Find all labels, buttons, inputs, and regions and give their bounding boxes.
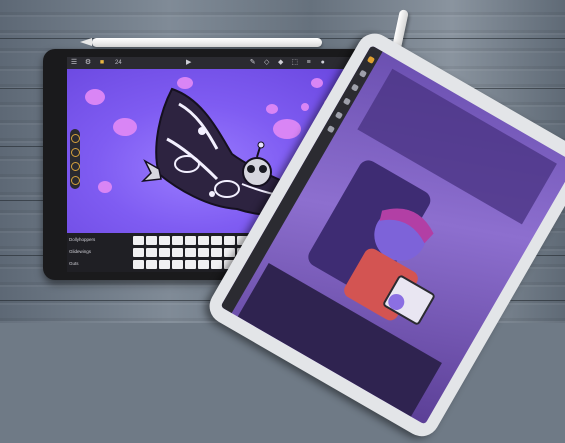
- timeline-frame-cell[interactable]: [185, 236, 196, 245]
- eraser-icon[interactable]: ◇: [260, 57, 274, 69]
- timeline-frame-cell[interactable]: [198, 248, 209, 257]
- timeline-frame-cell[interactable]: [172, 260, 183, 269]
- timeline-frame-cell[interactable]: [211, 236, 222, 245]
- track-label: Glidewings: [69, 249, 92, 254]
- gear-icon[interactable]: ⚙: [81, 57, 95, 69]
- brush-size-option[interactable]: [70, 176, 80, 185]
- timeline-frame-cell[interactable]: [133, 236, 144, 245]
- track-label: Guts: [69, 261, 79, 266]
- timeline-frame-cell[interactable]: [159, 248, 170, 257]
- timeline-frame-cell[interactable]: [185, 260, 196, 269]
- color-swatch-icon[interactable]: ●: [316, 57, 330, 69]
- timeline-frame-cell[interactable]: [146, 248, 157, 257]
- camera-icon[interactable]: ■: [95, 57, 109, 69]
- brush-size-option[interactable]: [70, 134, 80, 143]
- timeline-frame-cell[interactable]: [133, 248, 144, 257]
- timeline-frame-cell[interactable]: [159, 236, 170, 245]
- brush-size-option[interactable]: [70, 148, 80, 157]
- brush-size-option[interactable]: [70, 162, 80, 171]
- timeline-frame-cell[interactable]: [146, 260, 157, 269]
- frame-number: 24: [115, 60, 122, 66]
- timeline-frame-cell[interactable]: [146, 236, 157, 245]
- apple-pencil: [80, 38, 322, 47]
- tool-icon[interactable]: [358, 69, 367, 78]
- menu-icon[interactable]: ☰: [67, 57, 81, 69]
- tool-icon[interactable]: [342, 97, 351, 106]
- tool-icon[interactable]: [350, 83, 359, 92]
- timeline-frame-cell[interactable]: [198, 236, 209, 245]
- tool-icon[interactable]: [334, 110, 343, 120]
- selection-icon[interactable]: ⬚: [288, 57, 302, 69]
- brush-icon[interactable]: ✎: [246, 57, 260, 69]
- timeline-frame-cell[interactable]: [133, 260, 144, 269]
- timeline-frame-cell[interactable]: [185, 248, 196, 257]
- tool-icon[interactable]: [366, 55, 375, 64]
- fill-icon[interactable]: ◆: [274, 57, 288, 69]
- timeline-frame-cell[interactable]: [172, 248, 183, 257]
- timeline-frame-cell[interactable]: [172, 236, 183, 245]
- play-icon[interactable]: ▶: [182, 57, 196, 69]
- timeline-frame-cell[interactable]: [198, 260, 209, 269]
- timeline-frame-cell[interactable]: [224, 236, 235, 245]
- tool-icon[interactable]: [326, 124, 335, 134]
- app-toolbar: ☰ ⚙ ■ 24 ▶ ✎ ◇ ◆ ⬚ ≡ ●: [67, 57, 354, 69]
- timeline-frame-cell[interactable]: [211, 260, 222, 269]
- track-label: Dollyhoppers: [69, 237, 96, 242]
- timeline-frame-cell[interactable]: [224, 248, 235, 257]
- brush-size-slider[interactable]: [70, 129, 80, 189]
- timeline-frame-cell[interactable]: [211, 248, 222, 257]
- layers-icon[interactable]: ≡: [302, 57, 316, 69]
- timeline-frame-cell[interactable]: [159, 260, 170, 269]
